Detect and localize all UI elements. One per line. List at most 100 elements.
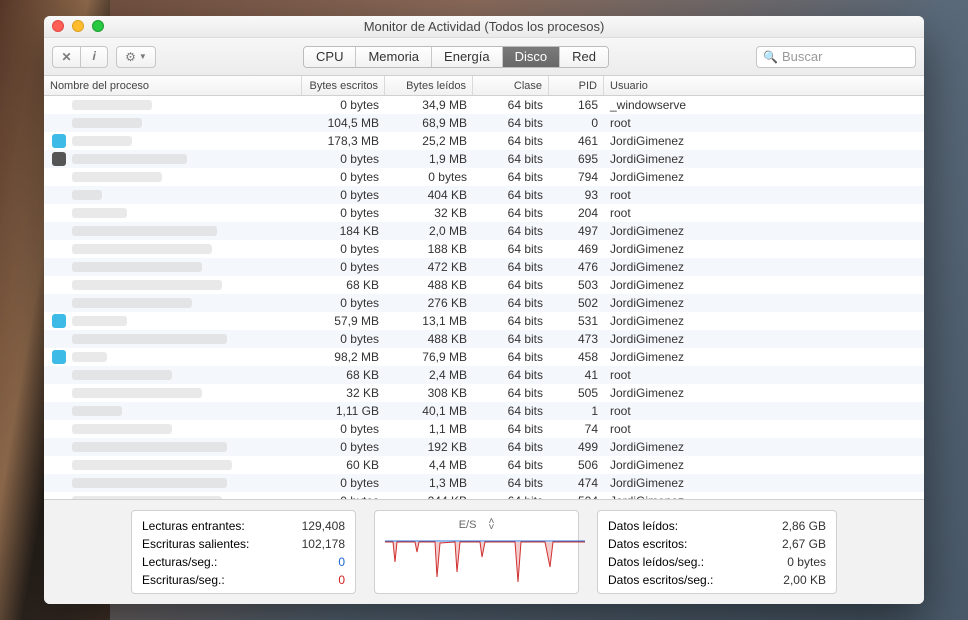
stat-label: Datos escritos/seg.: [608,573,713,587]
pid: 93 [549,186,604,204]
table-row[interactable]: 0 bytes32 KB64 bits204root [44,204,924,222]
pid: 504 [549,492,604,499]
class: 64 bits [473,240,549,258]
stat-row: Datos escritos:2,67 GB [608,535,826,553]
bytes-written: 0 bytes [302,492,385,499]
bytes-written: 0 bytes [302,420,385,438]
table-row[interactable]: 1,11 GB40,1 MB64 bits1root [44,402,924,420]
table-row[interactable]: 0 bytes1,9 MB64 bits695JordiGimenez [44,150,924,168]
process-name [72,424,172,434]
stat-label: Datos escritos: [608,537,687,551]
bytes-read: 1,3 MB [385,474,473,492]
process-name [72,190,102,200]
table-row[interactable]: 0 bytes1,3 MB64 bits474JordiGimenez [44,474,924,492]
tab-cpu[interactable]: CPU [304,47,356,67]
col-bytes-read[interactable]: Bytes leídos [385,76,473,95]
chart-mode-stepper[interactable]: ˄ ˅ [488,519,494,531]
class: 64 bits [473,420,549,438]
user: JordiGimenez [604,384,924,402]
bytes-read: 488 KB [385,276,473,294]
class: 64 bits [473,132,549,150]
col-class[interactable]: Clase [473,76,549,95]
col-pid[interactable]: PID [549,76,604,95]
pid: 506 [549,456,604,474]
table-row[interactable]: 0 bytes1,1 MB64 bits74root [44,420,924,438]
process-table[interactable]: 0 bytes34,9 MB64 bits165_windowserve104,… [44,96,924,499]
table-row[interactable]: 68 KB488 KB64 bits503JordiGimenez [44,276,924,294]
table-row[interactable]: 104,5 MB68,9 MB64 bits0root [44,114,924,132]
stat-label: Datos leídos: [608,519,678,533]
user: JordiGimenez [604,294,924,312]
tab-energía[interactable]: Energía [432,47,503,67]
col-name[interactable]: Nombre del proceso [44,76,302,95]
process-name [72,370,172,380]
process-name [72,208,127,218]
table-row[interactable]: 184 KB2,0 MB64 bits497JordiGimenez [44,222,924,240]
table-row[interactable]: 98,2 MB76,9 MB64 bits458JordiGimenez [44,348,924,366]
stat-value: 2,00 KB [783,573,826,587]
bytes-written: 104,5 MB [302,114,385,132]
process-name [72,478,227,488]
pid: 41 [549,366,604,384]
pid: 0 [549,114,604,132]
pid: 458 [549,348,604,366]
bytes-read: 34,9 MB [385,96,473,114]
titlebar[interactable]: Monitor de Actividad (Todos los procesos… [44,16,924,38]
inspect-process-button[interactable]: 𝒊 [80,46,108,68]
bytes-written: 32 KB [302,384,385,402]
user: JordiGimenez [604,150,924,168]
pid: 505 [549,384,604,402]
stat-label: Lecturas entrantes: [142,519,245,533]
bytes-read: 276 KB [385,294,473,312]
tab-memoria[interactable]: Memoria [356,47,432,67]
close-window-button[interactable] [52,20,64,32]
bytes-read: 188 KB [385,240,473,258]
table-row[interactable]: 0 bytes192 KB64 bits499JordiGimenez [44,438,924,456]
table-row[interactable]: 0 bytes188 KB64 bits469JordiGimenez [44,240,924,258]
stat-label: Lecturas/seg.: [142,555,217,569]
table-row[interactable]: 32 KB308 KB64 bits505JordiGimenez [44,384,924,402]
minimize-window-button[interactable] [72,20,84,32]
tab-segmented-control: CPUMemoriaEnergíaDiscoRed [303,46,609,68]
table-row[interactable]: 0 bytes404 KB64 bits93root [44,186,924,204]
process-name [72,388,202,398]
table-row[interactable]: 0 bytes0 bytes64 bits794JordiGimenez [44,168,924,186]
process-name [72,280,222,290]
process-name [72,460,232,470]
user: root [604,186,924,204]
traffic-lights [52,20,104,32]
pid: 503 [549,276,604,294]
process-name [72,262,202,272]
user: root [604,402,924,420]
class: 64 bits [473,204,549,222]
table-row[interactable]: 0 bytes276 KB64 bits502JordiGimenez [44,294,924,312]
tab-red[interactable]: Red [560,47,608,67]
class: 64 bits [473,348,549,366]
bytes-read: 68,9 MB [385,114,473,132]
table-row[interactable]: 178,3 MB25,2 MB64 bits461JordiGimenez [44,132,924,150]
table-row[interactable]: 57,9 MB13,1 MB64 bits531JordiGimenez [44,312,924,330]
table-row[interactable]: 0 bytes472 KB64 bits476JordiGimenez [44,258,924,276]
class: 64 bits [473,456,549,474]
bytes-written: 0 bytes [302,186,385,204]
table-row[interactable]: 0 bytes244 KB64 bits504JordiGimenez [44,492,924,499]
stop-process-button[interactable]: ✕ [52,46,80,68]
options-menu-button[interactable]: ⚙▼ [116,46,156,68]
search-placeholder: Buscar [782,49,822,64]
search-field[interactable]: 🔍 Buscar [756,46,916,68]
col-user[interactable]: Usuario [604,76,924,95]
stat-label: Escrituras salientes: [142,537,249,551]
process-name [72,316,127,326]
search-icon: 🔍 [763,50,778,64]
bytes-written: 60 KB [302,456,385,474]
class: 64 bits [473,492,549,499]
table-row[interactable]: 0 bytes34,9 MB64 bits165_windowserve [44,96,924,114]
table-row[interactable]: 68 KB2,4 MB64 bits41root [44,366,924,384]
table-row[interactable]: 60 KB4,4 MB64 bits506JordiGimenez [44,456,924,474]
col-bytes-written[interactable]: Bytes escritos [302,76,385,95]
zoom-window-button[interactable] [92,20,104,32]
tab-disco[interactable]: Disco [503,47,561,67]
process-name [72,244,212,254]
bytes-written: 1,11 GB [302,402,385,420]
table-row[interactable]: 0 bytes488 KB64 bits473JordiGimenez [44,330,924,348]
